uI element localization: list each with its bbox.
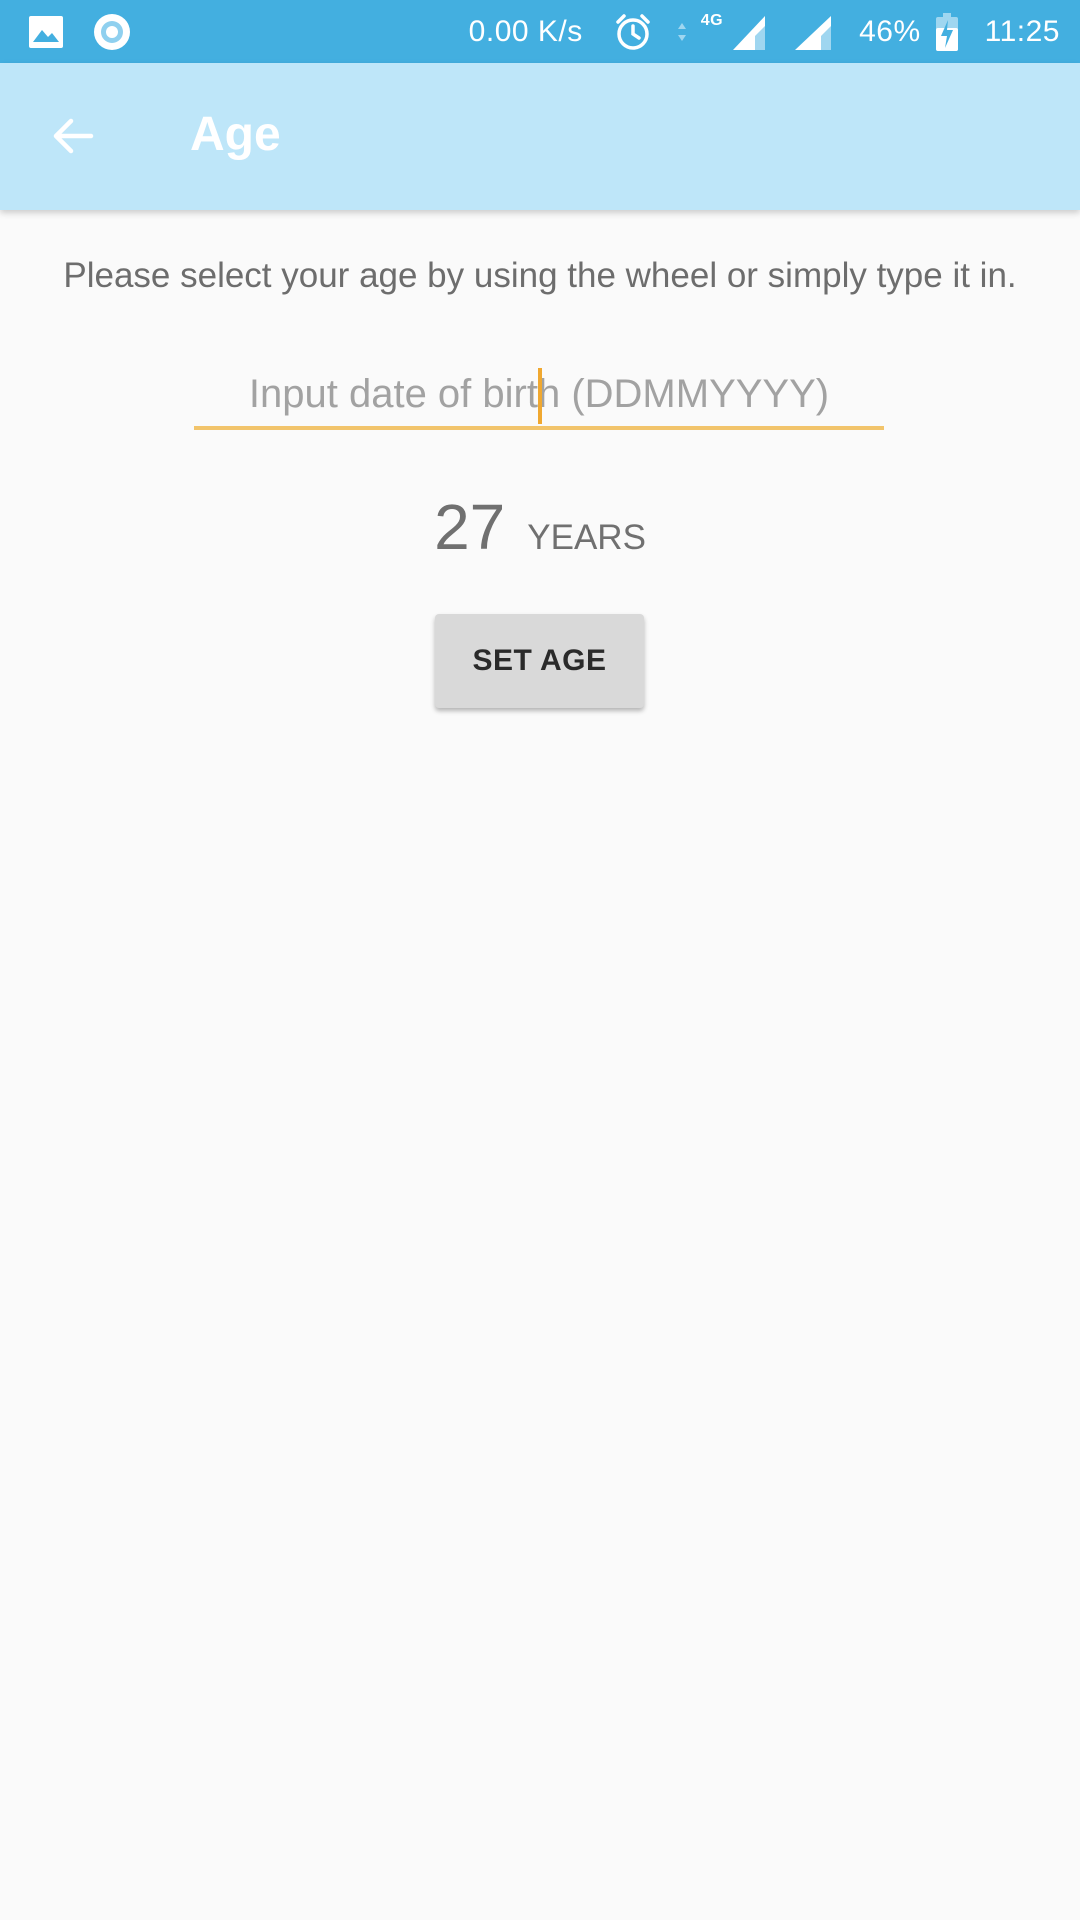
signal-icon [793, 12, 833, 52]
status-bar-left [28, 12, 132, 52]
instructions-text: Please select your age by using the whee… [63, 256, 1017, 295]
age-unit: YEARS [527, 518, 646, 557]
set-age-button[interactable]: SET AGE [435, 614, 644, 708]
battery-percent: 46% [859, 14, 921, 48]
data-arrows-icon [677, 17, 687, 47]
network-type: 4G [700, 12, 724, 29]
circle-app-icon [92, 12, 132, 52]
page-title: Age [190, 108, 281, 161]
network-speed: 0.00 K/s [468, 14, 583, 48]
app-bar: Age [0, 63, 1080, 210]
arrow-left-icon [53, 118, 94, 154]
clock-time: 11:25 [984, 14, 1060, 48]
text-cursor [538, 368, 542, 424]
dob-field [194, 362, 884, 432]
status-bar: 0.00 K/s 4G 46% 11:25 [0, 0, 1080, 63]
age-value: 27 [434, 491, 506, 563]
battery-charging-icon [935, 12, 959, 52]
image-icon [28, 14, 64, 50]
back-button[interactable] [34, 97, 112, 175]
alarm-icon [613, 12, 653, 52]
age-display: 27 YEARS [0, 490, 1080, 564]
signal-4g-icon [731, 12, 767, 52]
status-bar-right: 0.00 K/s 4G 46% 11:25 [469, 0, 1060, 63]
